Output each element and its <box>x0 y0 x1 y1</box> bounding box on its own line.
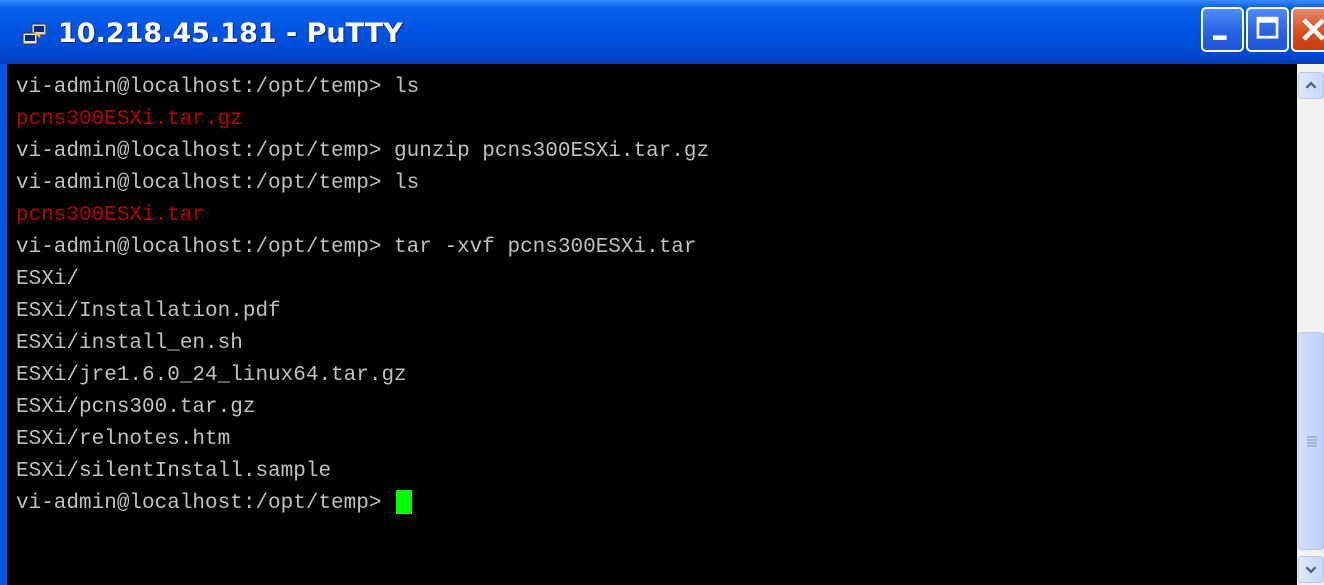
terminal-line: pcns300ESXi.tar.gz <box>16 108 243 131</box>
window-title: 10.218.45.181 - PuTTY <box>58 18 403 49</box>
text-cursor <box>396 490 413 515</box>
terminal-line: ESXi/silentInstall.sample <box>16 460 332 483</box>
maximize-button[interactable] <box>1246 7 1289 52</box>
terminal-line: ESXi/ <box>16 268 80 291</box>
scroll-thumb[interactable] <box>1298 332 1324 550</box>
scroll-up-icon <box>1305 81 1317 89</box>
scroll-down-button[interactable] <box>1298 556 1324 583</box>
terminal-line: vi-admin@localhost:/opt/temp> gunzip pcn… <box>16 140 710 163</box>
minimize-button[interactable] <box>1201 7 1244 52</box>
putty-window: 10.218.45.181 - PuTTY vi-admin@localhost… <box>0 0 1324 585</box>
close-icon <box>1302 18 1324 41</box>
vertical-scrollbar[interactable] <box>1297 64 1324 585</box>
terminal-line: ESXi/Installation.pdf <box>16 300 281 323</box>
terminal-line: vi-admin@localhost:/opt/temp> tar -xvf p… <box>16 236 697 259</box>
terminal-line: ESXi/pcns300.tar.gz <box>16 396 256 419</box>
close-button[interactable] <box>1291 7 1324 52</box>
title-bar[interactable]: 10.218.45.181 - PuTTY <box>0 0 1324 64</box>
putty-icon <box>22 23 47 45</box>
terminal-line: ESXi/relnotes.htm <box>16 428 231 451</box>
scroll-grip-icon <box>1307 436 1317 447</box>
scroll-up-button[interactable] <box>1298 72 1324 99</box>
maximize-icon <box>1256 16 1279 39</box>
minimize-icon <box>1212 35 1227 40</box>
shell-prompt: vi-admin@localhost:/opt/temp> <box>16 492 395 515</box>
terminal-line: vi-admin@localhost:/opt/temp> ls <box>16 76 420 99</box>
terminal-line: pcns300ESXi.tar <box>16 204 206 227</box>
scroll-down-icon <box>1305 566 1317 574</box>
terminal-line: ESXi/install_en.sh <box>16 332 243 355</box>
terminal-line: ESXi/jre1.6.0_24_linux64.tar.gz <box>16 364 407 387</box>
prompt-line[interactable]: vi-admin@localhost:/opt/temp> <box>16 488 413 520</box>
terminal-line: vi-admin@localhost:/opt/temp> ls <box>16 172 420 195</box>
terminal-screen[interactable]: vi-admin@localhost:/opt/temp> ls pcns300… <box>7 64 1297 585</box>
